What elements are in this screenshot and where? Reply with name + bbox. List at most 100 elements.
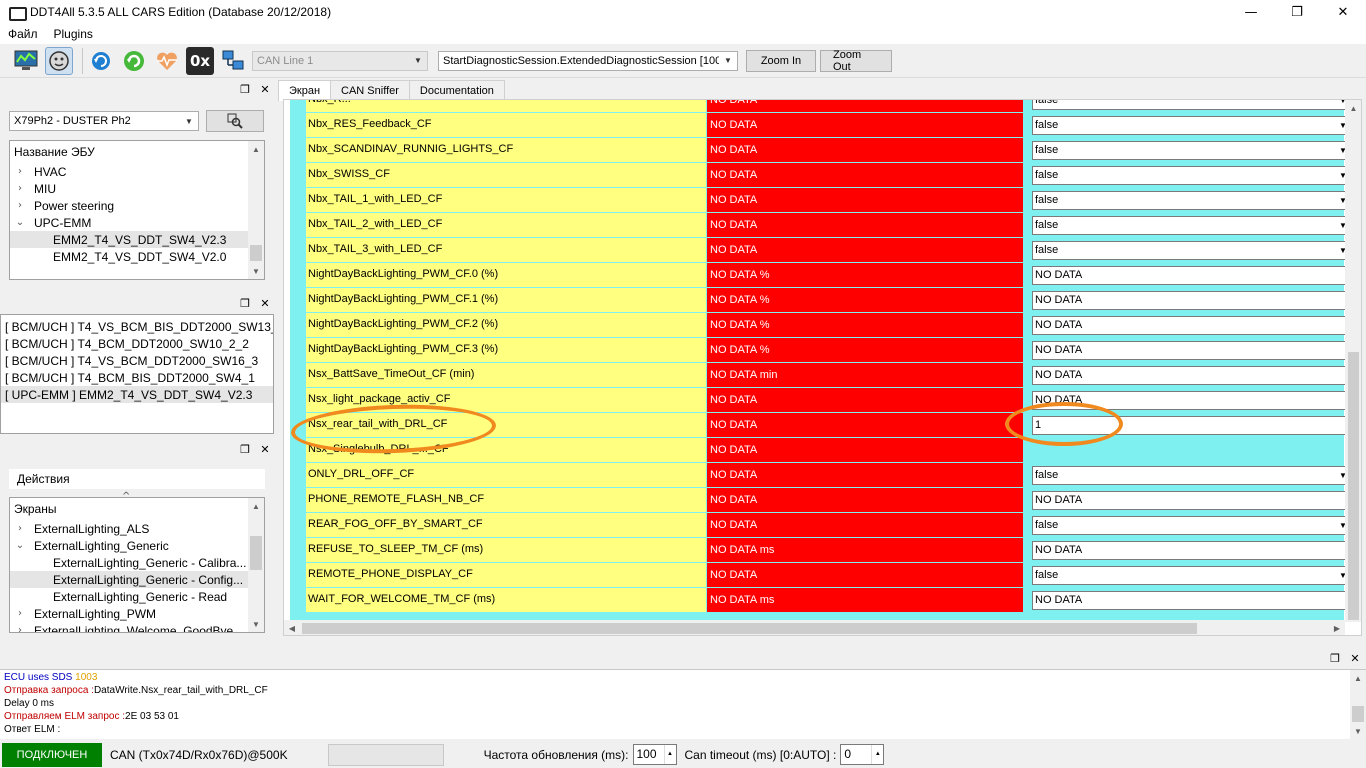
scroll-up-icon[interactable]: ▲ <box>248 141 264 157</box>
ecu-tree-item[interactable]: EMM2_T4_VS_DDT_SW4_V2.3 <box>10 231 248 248</box>
parameter-select[interactable]: false ▼ <box>1032 191 1352 210</box>
screen-hscrollbar[interactable]: ◀ ▶ <box>284 620 1345 635</box>
parameter-input[interactable]: NO DATA <box>1032 591 1352 610</box>
screen-item[interactable]: ExternalLighting_Generic - Calibra... <box>10 554 248 571</box>
parameter-input[interactable]: NO DATA <box>1032 341 1352 360</box>
float-icon[interactable]: ❐ <box>238 442 252 456</box>
chevron-right-icon[interactable]: › <box>14 523 26 534</box>
parameter-select[interactable]: false ▼ <box>1032 141 1352 160</box>
screen-vscrollbar[interactable]: ▲ <box>1345 100 1361 622</box>
screen-item[interactable]: ExternalLighting_Generic - Read <box>10 588 248 605</box>
scroll-right-icon[interactable]: ▶ <box>1329 620 1345 635</box>
ecu-tree-item[interactable]: › MIU <box>10 180 248 197</box>
parameter-select[interactable]: false ▼ <box>1032 116 1352 135</box>
tab-can-sniffer[interactable]: CAN Sniffer <box>330 80 410 100</box>
scroll-down-icon[interactable]: ▼ <box>248 616 264 632</box>
close-icon[interactable]: ✕ <box>258 442 272 456</box>
can-line-select[interactable]: CAN Line 1 ▼ <box>252 50 428 71</box>
network-icon[interactable] <box>219 47 247 75</box>
parameter-select[interactable]: false ▼ <box>1032 216 1352 235</box>
minimize-button[interactable]: — <box>1228 0 1274 24</box>
ecu-tree-item[interactable]: ⌄ UPC-EMM <box>10 214 248 231</box>
close-button[interactable]: ✕ <box>1320 0 1366 24</box>
ecu-tree-item[interactable]: EMM2_T4_VS_DDT_SW4_V2.0 <box>10 248 248 265</box>
monitor-icon[interactable] <box>12 47 40 75</box>
parameter-input[interactable]: NO DATA <box>1032 391 1352 410</box>
ecu-list-item[interactable]: [ BCM/UCH ] T4_BCM_DDT2000_SW10_2_2 <box>1 335 273 352</box>
chevron-right-icon[interactable]: › <box>14 183 26 194</box>
float-icon[interactable]: ❐ <box>238 296 252 310</box>
ecu-tree-item[interactable]: › Power steering <box>10 197 248 214</box>
parameter-select[interactable]: false ▼ <box>1032 100 1352 110</box>
scroll-thumb[interactable] <box>1348 352 1359 620</box>
maximize-button[interactable]: ❐ <box>1274 0 1320 24</box>
vehicle-select[interactable]: X79Ph2 - DUSTER Ph2 ▼ <box>9 111 199 131</box>
scroll-thumb[interactable] <box>250 536 262 570</box>
ecu-tree-scrollbar[interactable]: ▲ ▼ <box>248 141 264 279</box>
parameter-input[interactable]: NO DATA <box>1032 266 1352 285</box>
spin-down-icon[interactable]: ▼ <box>667 764 673 768</box>
parameter-select[interactable]: false ▼ <box>1032 466 1352 485</box>
chevron-right-icon[interactable]: › <box>14 200 26 211</box>
screens-scrollbar[interactable]: ▲ ▼ <box>248 498 264 632</box>
tab-screen[interactable]: Экран <box>278 80 332 101</box>
zoom-out-button[interactable]: Zoom Out <box>820 49 892 73</box>
screen-item[interactable]: ExternalLighting_Generic - Config... <box>10 571 248 588</box>
screen-item[interactable]: › ExternalLighting_Welcome_GoodBye <box>10 622 248 633</box>
ecu-list-item[interactable]: [ BCM/UCH ] T4_BCM_BIS_DDT2000_SW4_1 <box>1 369 273 386</box>
chevron-right-icon[interactable]: › <box>14 625 26 632</box>
screen-item[interactable]: ⌄ ExternalLighting_Generic <box>10 537 248 554</box>
ecu-tree-item[interactable]: › HVAC <box>10 163 248 180</box>
scroll-thumb[interactable] <box>1352 706 1364 722</box>
spin-up-icon[interactable]: ▲ <box>667 745 673 764</box>
screen-item[interactable]: › ExternalLighting_ALS <box>10 520 248 537</box>
chevron-down-icon[interactable]: ⌄ <box>14 217 26 228</box>
scroll-left-icon[interactable]: ◀ <box>284 620 300 635</box>
hex-icon[interactable]: 0x <box>186 46 214 75</box>
parameter-input[interactable]: NO DATA <box>1032 541 1352 560</box>
scroll-down-icon[interactable]: ▼ <box>1350 723 1366 739</box>
close-icon[interactable]: ✕ <box>258 82 272 96</box>
ecu-list-item[interactable]: [ UPC-EMM ] EMM2_T4_VS_DDT_SW4_V2.3 <box>1 386 273 403</box>
scroll-up-icon[interactable]: ▲ <box>248 498 264 514</box>
ecu-list-item[interactable]: [ BCM/UCH ] T4_VS_BCM_BIS_DDT2000_SW13_1 <box>1 318 273 335</box>
parameter-select[interactable]: false ▼ <box>1032 516 1352 535</box>
parameter-input[interactable]: 1 <box>1032 416 1352 435</box>
ecu-list-item[interactable]: [ BCM/UCH ] T4_VS_BCM_DDT2000_SW16_3 <box>1 352 273 369</box>
scroll-thumb[interactable] <box>302 623 1197 634</box>
close-icon[interactable]: ✕ <box>258 296 272 310</box>
auto-refresh-icon[interactable] <box>120 47 148 75</box>
scroll-down-icon[interactable]: ▼ <box>248 263 264 279</box>
session-select[interactable]: StartDiagnosticSession.ExtendedDiagnosti… <box>438 50 738 71</box>
refresh-icon[interactable] <box>87 47 115 75</box>
heartbeat-icon[interactable] <box>153 47 181 75</box>
parameter-input[interactable]: NO DATA <box>1032 366 1352 385</box>
zoom-in-button[interactable]: Zoom In <box>746 49 816 72</box>
spin-up-icon[interactable]: ▲ <box>875 745 881 764</box>
sniffer-icon[interactable] <box>45 46 73 75</box>
parameter-select[interactable]: false ▼ <box>1032 566 1352 585</box>
search-ecu-button[interactable] <box>206 110 264 132</box>
chevron-right-icon[interactable]: › <box>14 166 26 177</box>
chevron-down-icon[interactable]: ⌄ <box>14 540 26 551</box>
scroll-up-icon[interactable]: ▲ <box>1345 100 1361 116</box>
close-icon[interactable]: ✕ <box>1348 651 1362 665</box>
scroll-thumb[interactable] <box>250 245 262 261</box>
chevron-right-icon[interactable]: › <box>14 608 26 619</box>
float-icon[interactable]: ❐ <box>238 82 252 96</box>
screen-item[interactable]: › ExternalLighting_PWM <box>10 605 248 622</box>
parameter-input[interactable]: NO DATA <box>1032 291 1352 310</box>
parameter-select[interactable]: false ▼ <box>1032 166 1352 185</box>
spin-down-icon[interactable]: ▼ <box>875 764 881 768</box>
tab-documentation[interactable]: Documentation <box>408 80 505 100</box>
timeout-spinbox[interactable]: 0 ▲▼ <box>840 744 885 768</box>
float-icon[interactable]: ❐ <box>1328 651 1342 665</box>
parameter-select[interactable]: false ▼ <box>1032 241 1352 260</box>
menu-file[interactable]: Файл <box>0 27 46 41</box>
parameter-input[interactable]: NO DATA <box>1032 316 1352 335</box>
menu-plugins[interactable]: Plugins <box>46 27 101 41</box>
log-scrollbar[interactable]: ▲ ▼ <box>1350 670 1366 739</box>
scroll-up-icon[interactable]: ▲ <box>1350 670 1366 686</box>
parameter-input[interactable]: NO DATA <box>1032 491 1352 510</box>
refresh-rate-spinbox[interactable]: 100 ▲▼ <box>632 744 677 768</box>
